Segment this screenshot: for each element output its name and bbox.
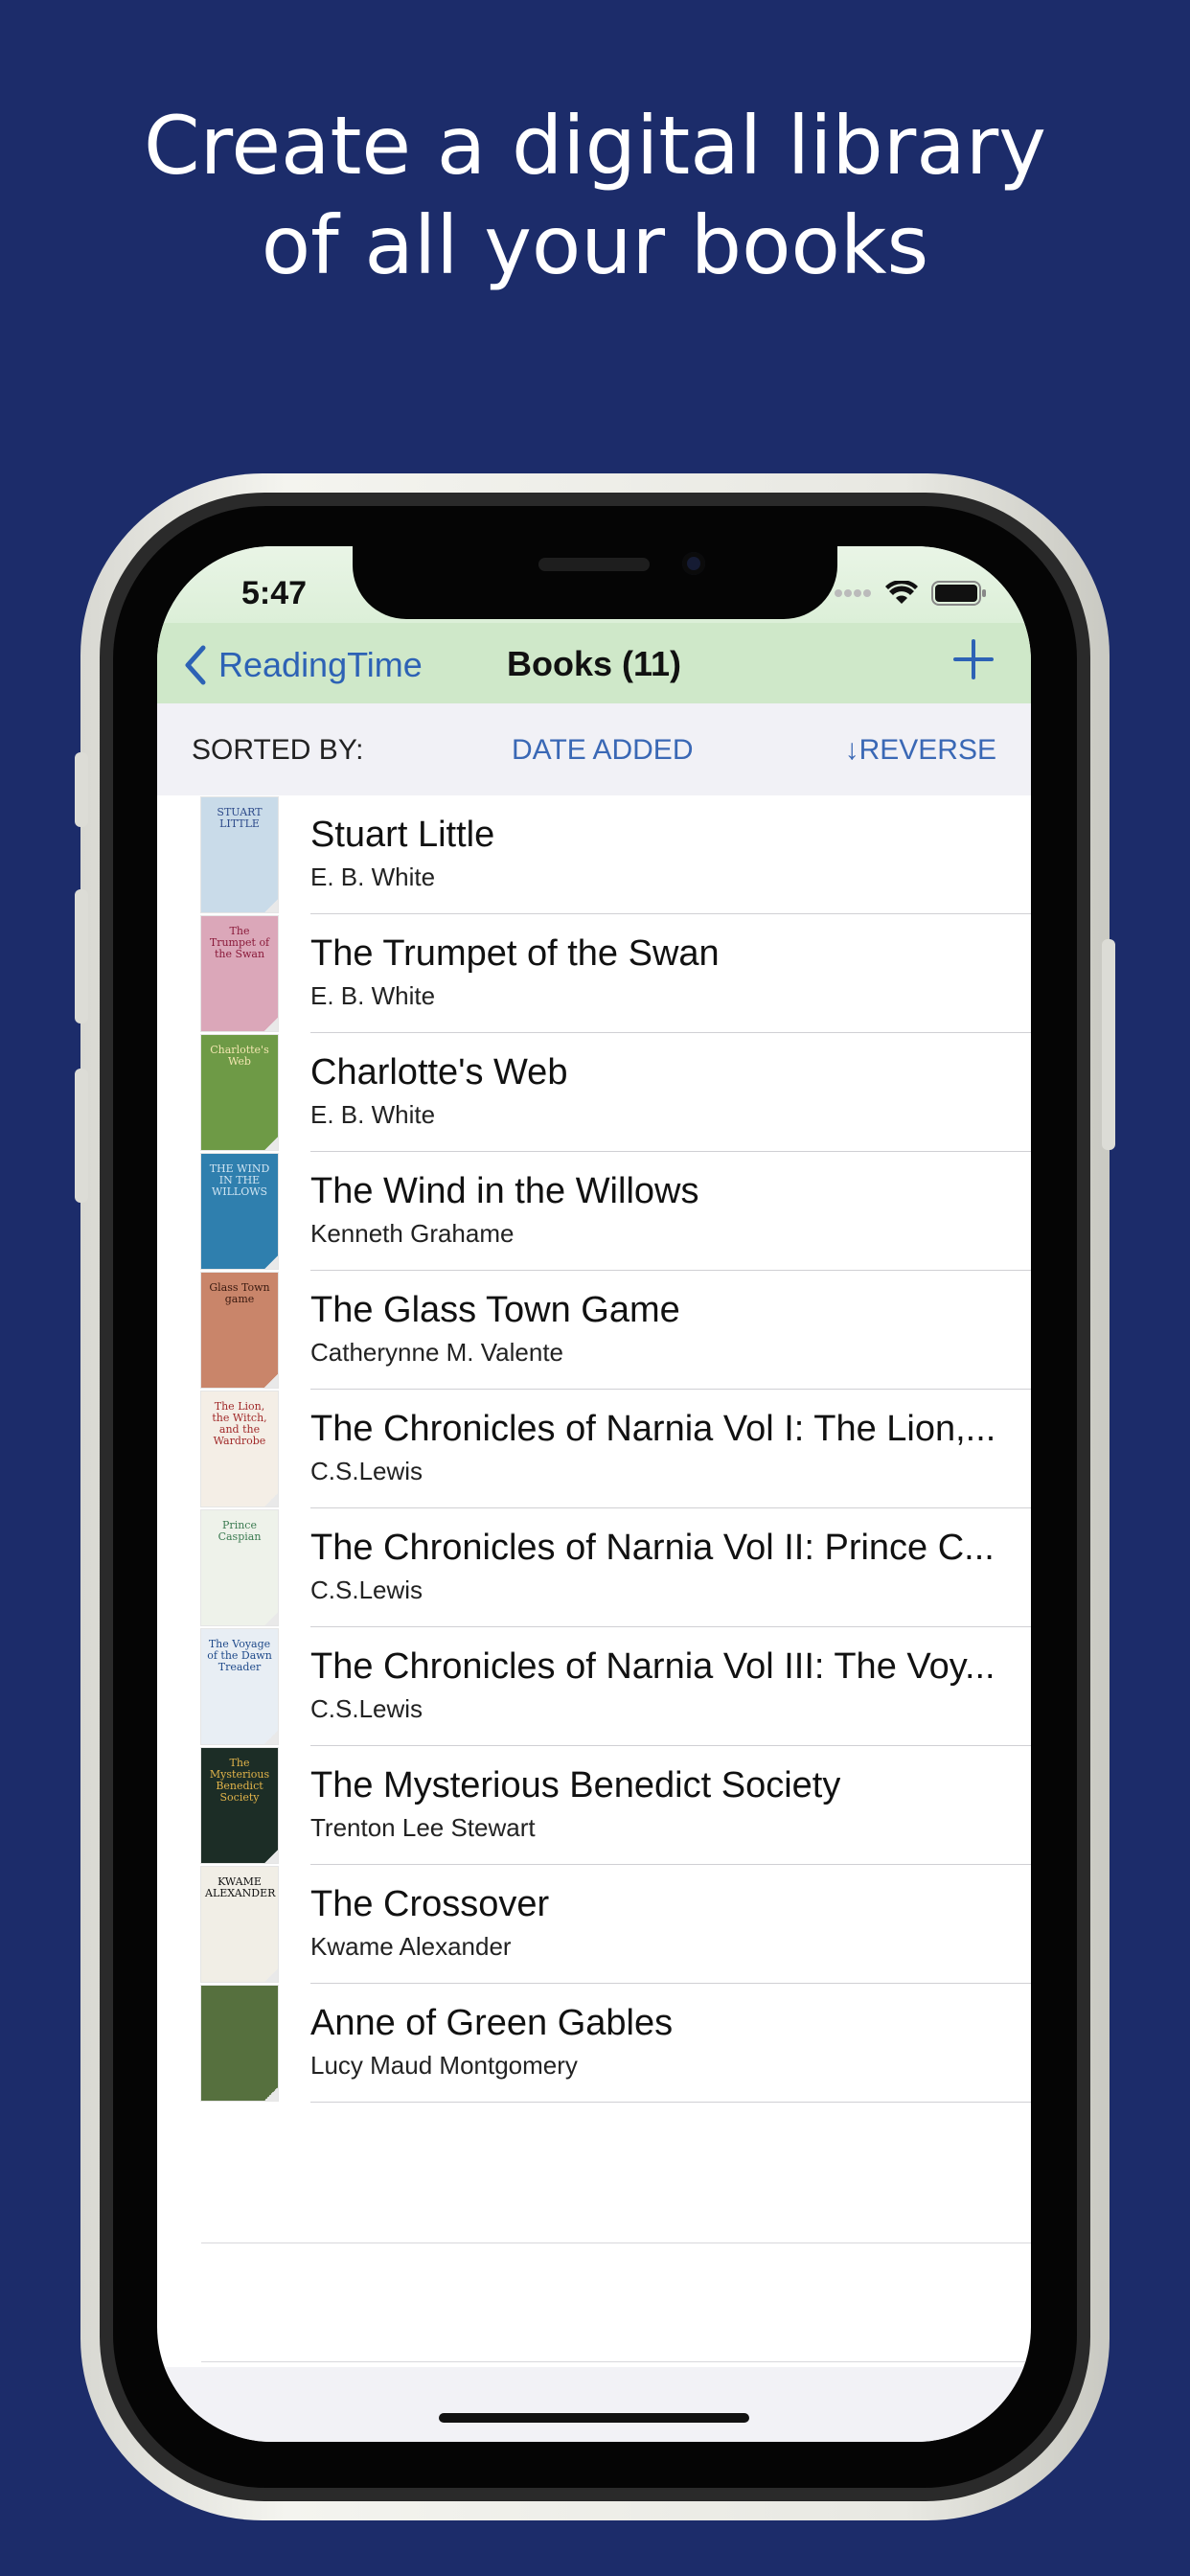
page-curl-icon bbox=[264, 1137, 278, 1150]
page-curl-icon bbox=[264, 1612, 278, 1625]
book-row[interactable]: The Trumpet of the Swan The Trumpet of th… bbox=[157, 914, 1031, 1033]
book-title: Stuart Little bbox=[310, 815, 495, 855]
book-author: E. B. White bbox=[310, 1100, 436, 1129]
sort-label: SORTED BY: bbox=[192, 734, 364, 766]
book-row[interactable]: KWAME ALEXANDER The Crossover Kwame Alexan… bbox=[157, 1865, 1031, 1984]
phone-volume-down-button bbox=[75, 1069, 88, 1203]
chevron-left-icon bbox=[185, 645, 206, 685]
list-separator bbox=[201, 2361, 1031, 2362]
book-cover-text: The Voyage of the Dawn Treader bbox=[207, 1638, 272, 1673]
book-row[interactable]: Prince Caspian The Chronicles of Narnia V… bbox=[157, 1508, 1031, 1627]
book-row[interactable]: The Mysterious Benedict Society The Myste… bbox=[157, 1746, 1031, 1865]
back-button[interactable]: ReadingTime bbox=[182, 644, 423, 686]
phone-volume-up-button bbox=[75, 889, 88, 1024]
status-time: 5:47 bbox=[241, 575, 308, 611]
book-cover-text: The Trumpet of the Swan bbox=[209, 925, 270, 960]
book-author: Kenneth Grahame bbox=[310, 1219, 515, 1248]
book-cover-image: The Trumpet of the Swan bbox=[201, 916, 278, 1031]
book-cover-text: THE WIND IN THE WILLOWS bbox=[209, 1162, 270, 1198]
book-cover-text: Glass Town game bbox=[209, 1281, 270, 1305]
book-row[interactable]: Charlotte's Web Charlotte's Web E. B. Whit… bbox=[157, 1033, 1031, 1152]
book-author: C.S.Lewis bbox=[310, 1457, 423, 1485]
book-cover-image: STUART LITTLE bbox=[201, 797, 278, 912]
front-camera bbox=[682, 552, 705, 575]
book-cover-text: The Mysterious Benedict Society bbox=[209, 1757, 270, 1804]
book-title: The Chronicles of Narnia Vol III: The Vo… bbox=[310, 1646, 995, 1687]
page-curl-icon bbox=[264, 1493, 278, 1506]
add-book-button[interactable] bbox=[952, 638, 995, 680]
phone-speaker bbox=[538, 558, 650, 571]
book-title: The Trumpet of the Swan bbox=[310, 933, 720, 974]
book-list: STUART LITTLE Stuart Little E. B. White The… bbox=[157, 795, 1031, 2103]
back-button-label: ReadingTime bbox=[218, 645, 423, 684]
wifi-icon bbox=[885, 581, 918, 604]
book-cover-image: The Voyage of the Dawn Treader bbox=[201, 1629, 278, 1744]
book-cover-image: Glass Town game bbox=[201, 1273, 278, 1388]
phone-power-button bbox=[1102, 939, 1115, 1150]
book-author: E. B. White bbox=[310, 862, 436, 891]
phone-screen: 5:47 Books (11) ReadingTime SORTED BY: D… bbox=[157, 546, 1031, 2442]
book-row[interactable]: STUART LITTLE Stuart Little E. B. White bbox=[157, 795, 1031, 914]
battery-icon bbox=[931, 581, 986, 606]
page-curl-icon bbox=[264, 1968, 278, 1982]
book-title: The Glass Town Game bbox=[310, 1290, 680, 1330]
book-cover-text: Charlotte's Web bbox=[210, 1044, 269, 1068]
page-curl-icon bbox=[264, 1850, 278, 1863]
sort-field-button[interactable]: DATE ADDED bbox=[512, 734, 693, 767]
book-author: E. B. White bbox=[310, 981, 436, 1010]
book-author: Trenton Lee Stewart bbox=[310, 1813, 536, 1842]
book-title: The Mysterious Benedict Society bbox=[310, 1765, 841, 1806]
book-author: C.S.Lewis bbox=[310, 1576, 423, 1604]
book-title: Charlotte's Web bbox=[310, 1052, 568, 1092]
phone-silent-switch bbox=[75, 752, 88, 827]
cellular-signal-icon bbox=[835, 589, 871, 597]
home-indicator[interactable] bbox=[439, 2413, 749, 2423]
book-title: The Wind in the Willows bbox=[310, 1171, 699, 1211]
page-curl-icon bbox=[264, 1374, 278, 1388]
book-row[interactable]: Glass Town game The Glass Town Game Cather… bbox=[157, 1271, 1031, 1390]
page-curl-icon bbox=[264, 1018, 278, 1031]
book-cover-text: Prince Caspian bbox=[217, 1519, 262, 1543]
book-cover-image bbox=[201, 1986, 278, 2101]
page-curl-icon bbox=[264, 899, 278, 912]
headline-line-1: Create a digital library bbox=[143, 99, 1046, 193]
page-curl-icon bbox=[264, 2087, 278, 2101]
book-author: Lucy Maud Montgomery bbox=[310, 2051, 578, 2080]
book-cover-image: Prince Caspian bbox=[201, 1510, 278, 1625]
status-icons bbox=[834, 579, 987, 608]
list-separator bbox=[201, 2242, 1031, 2243]
book-row[interactable]: The Voyage of the Dawn Treader The Chroni… bbox=[157, 1627, 1031, 1746]
row-separator bbox=[310, 2102, 1031, 2103]
book-title: The Chronicles of Narnia Vol II: Prince … bbox=[310, 1528, 995, 1568]
book-cover-image: The Lion, the Witch, and the Wardrobe bbox=[201, 1392, 278, 1506]
page-curl-icon bbox=[264, 1255, 278, 1269]
book-title: The Chronicles of Narnia Vol I: The Lion… bbox=[310, 1409, 996, 1449]
book-row[interactable]: The Lion, the Witch, and the Wardrobe The… bbox=[157, 1390, 1031, 1508]
book-cover-text: KWAME ALEXANDER bbox=[205, 1875, 276, 1899]
navigation-bar: Books (11) ReadingTime bbox=[157, 623, 1031, 704]
book-cover-text: The Lion, the Witch, and the Wardrobe bbox=[212, 1400, 267, 1447]
book-title: Anne of Green Gables bbox=[310, 2003, 674, 2043]
marketing-headline: Create a digital library of all your boo… bbox=[0, 96, 1190, 295]
book-author: Kwame Alexander bbox=[310, 1932, 512, 1961]
book-cover-image: THE WIND IN THE WILLOWS bbox=[201, 1154, 278, 1269]
book-cover-image: The Mysterious Benedict Society bbox=[201, 1748, 278, 1863]
book-row[interactable]: THE WIND IN THE WILLOWS The Wind in the W… bbox=[157, 1152, 1031, 1271]
reverse-sort-button[interactable]: ↓REVERSE bbox=[845, 734, 996, 767]
book-author: Catherynne M. Valente bbox=[310, 1338, 563, 1367]
book-cover-image: KWAME ALEXANDER bbox=[201, 1867, 278, 1982]
book-cover-image: Charlotte's Web bbox=[201, 1035, 278, 1150]
book-title: The Crossover bbox=[310, 1884, 550, 1924]
page-curl-icon bbox=[264, 1731, 278, 1744]
headline-line-2: of all your books bbox=[261, 198, 929, 292]
book-cover-text: STUART LITTLE bbox=[217, 806, 263, 830]
book-row[interactable]: Anne of Green Gables Lucy Maud Montgomery bbox=[157, 1984, 1031, 2103]
book-author: C.S.Lewis bbox=[310, 1694, 423, 1723]
sort-bar: SORTED BY: DATE ADDED ↓REVERSE bbox=[157, 703, 1031, 795]
bottom-safe-area bbox=[157, 2367, 1031, 2442]
